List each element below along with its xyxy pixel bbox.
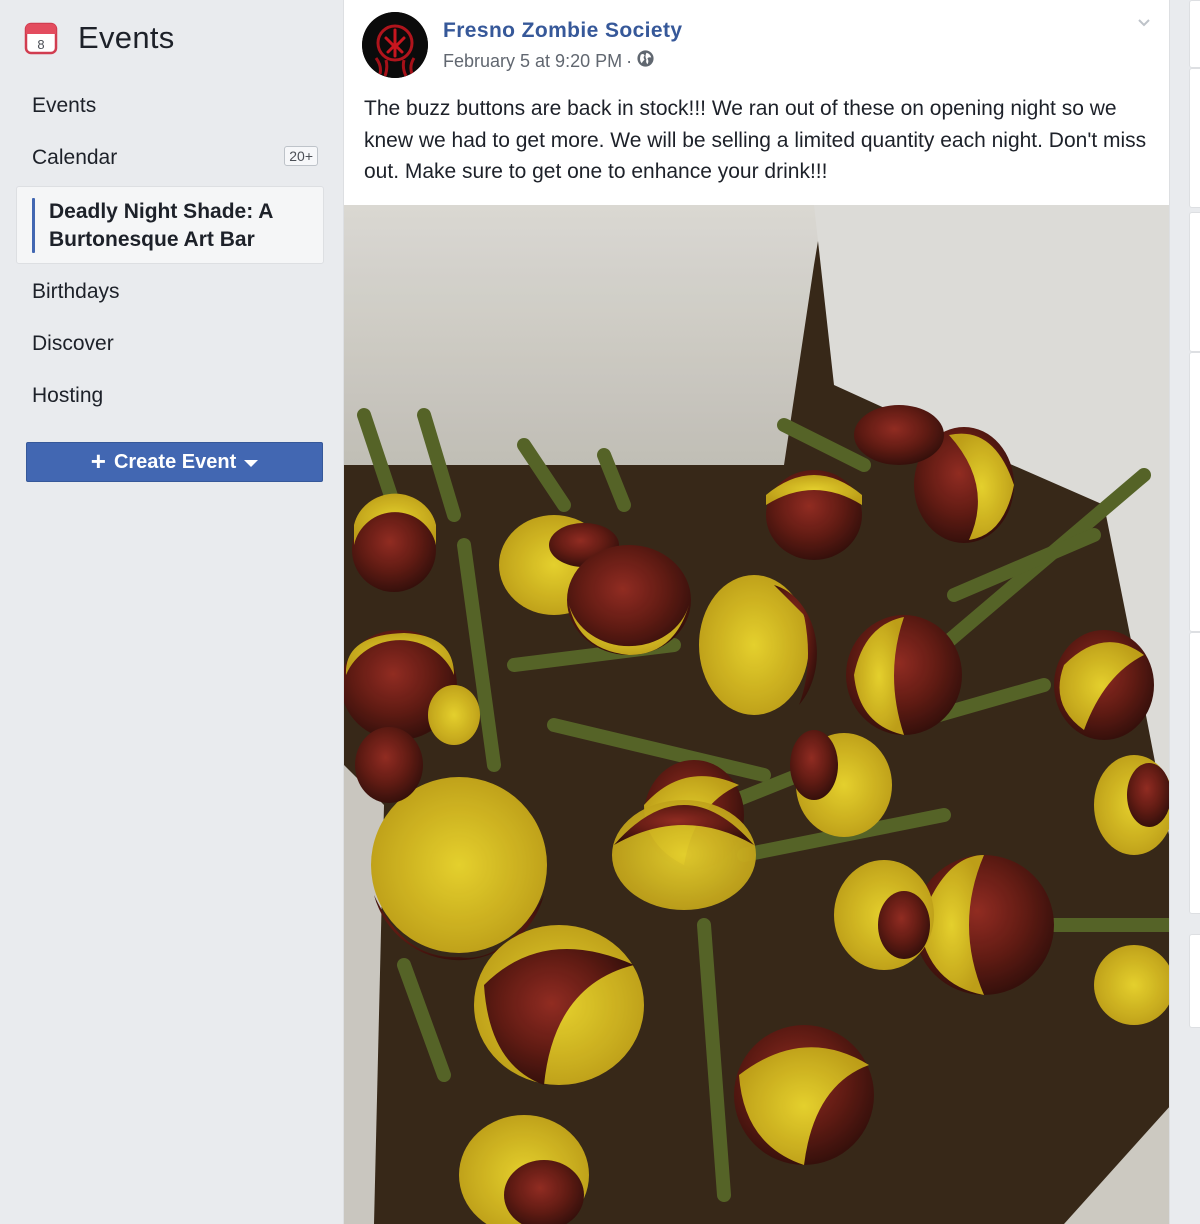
sidebar-title: Events [78, 20, 175, 55]
globe-icon[interactable] [636, 49, 655, 73]
create-event-label: Create Event [113, 450, 237, 473]
sidebar-item-label: Events [32, 94, 97, 117]
feed-post: Fresno Zombie Society February 5 at 9:20… [343, 0, 1170, 1224]
sidebar-item-deadly-night-shade[interactable]: Deadly Night Shade: A Burtonesque Art Ba… [16, 186, 324, 264]
sidebar-item-birthdays[interactable]: Birthdays [0, 266, 340, 318]
sidebar-nav: Events Calendar 20+ Deadly Night Shade: … [0, 80, 340, 422]
post-meta: February 5 at 9:20 PM · [443, 49, 682, 73]
post-body-text: The buzz buttons are back in stock!!! We… [364, 97, 1147, 183]
left-sidebar: 8 Events Events Calendar 20+ Deadly Nigh… [0, 0, 340, 1224]
post-author-name[interactable]: Fresno Zombie Society [443, 19, 682, 43]
sidebar-item-hosting[interactable]: Hosting [0, 370, 340, 422]
create-event-button[interactable]: + Create Event [26, 442, 323, 482]
sidebar-item-label: Discover [32, 332, 114, 355]
meta-separator: · [626, 50, 633, 71]
right-card-3 [1189, 212, 1200, 352]
post-timestamp[interactable]: February 5 at 9:20 PM [443, 51, 622, 72]
sidebar-item-discover[interactable]: Discover [0, 318, 340, 370]
avatar[interactable] [362, 12, 428, 78]
post-photo[interactable] [344, 205, 1169, 1224]
sidebar-header: 8 Events [24, 18, 175, 58]
right-card-1 [1189, 0, 1200, 68]
plus-icon: + [90, 446, 106, 476]
sidebar-item-label: Deadly Night Shade: A Burtonesque Art Ba… [49, 200, 273, 251]
calendar-day: 8 [37, 37, 44, 52]
calendar-count-badge: 20+ [284, 146, 318, 166]
sidebar-item-label: Birthdays [32, 280, 120, 303]
post-author-block: Fresno Zombie Society February 5 at 9:20… [443, 19, 682, 73]
right-card-4 [1189, 352, 1200, 632]
post-header: Fresno Zombie Society February 5 at 9:20… [362, 12, 682, 82]
caret-down-icon [244, 459, 259, 467]
right-card-6 [1189, 934, 1200, 1028]
calendar-icon: 8 [24, 21, 58, 55]
active-indicator [32, 198, 35, 253]
sidebar-item-calendar[interactable]: Calendar 20+ [0, 132, 340, 184]
sidebar-item-label: Hosting [32, 384, 104, 407]
right-card-5 [1189, 632, 1200, 914]
sidebar-item-label: Calendar [32, 146, 118, 169]
right-card-2 [1189, 68, 1200, 208]
sidebar-item-events[interactable]: Events [0, 80, 340, 132]
chevron-down-icon[interactable] [1137, 16, 1151, 30]
